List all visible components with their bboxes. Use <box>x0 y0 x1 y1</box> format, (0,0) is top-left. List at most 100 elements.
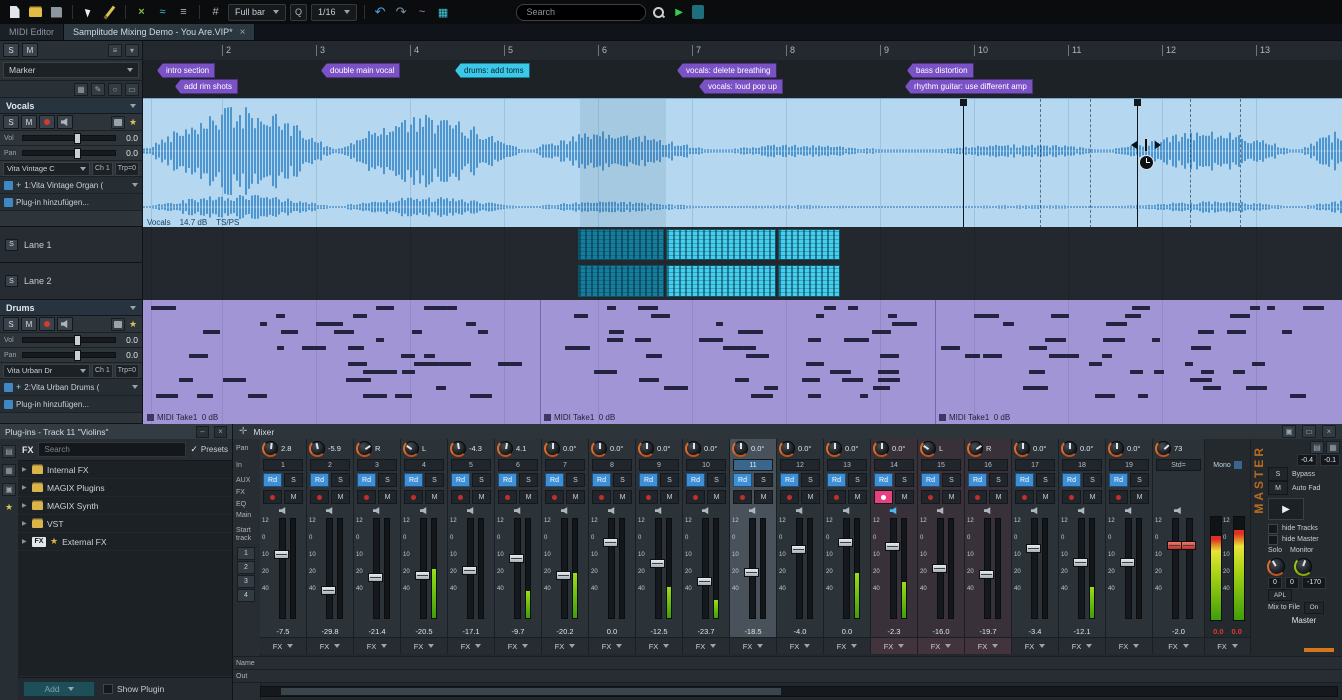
minimize-icon[interactable]: – <box>196 426 209 438</box>
midi-note[interactable] <box>260 322 267 326</box>
speaker-icon[interactable] <box>514 507 523 514</box>
midi-note[interactable] <box>607 306 616 310</box>
midi-note[interactable] <box>447 306 457 310</box>
midi-note[interactable] <box>395 394 412 398</box>
favorite-icon[interactable]: ★ <box>127 117 139 128</box>
midi-note[interactable] <box>348 362 367 366</box>
volume-slider[interactable] <box>22 337 116 343</box>
scrollbar-thumb[interactable] <box>281 688 781 695</box>
expand-caret-icon[interactable]: ▶ <box>22 484 28 491</box>
read-automation-button[interactable]: Rd <box>921 473 940 487</box>
audio-take-clip[interactable] <box>778 229 840 260</box>
panel-menu-icon[interactable]: ≡ <box>108 44 122 57</box>
midi-note[interactable] <box>1154 370 1164 374</box>
speaker-icon[interactable] <box>279 507 288 514</box>
speaker-icon[interactable] <box>749 507 758 514</box>
pan-knob[interactable] <box>827 441 842 456</box>
midi-note[interactable] <box>842 378 863 382</box>
add-plugin-button[interactable]: Add <box>23 681 95 697</box>
midi-note[interactable] <box>1233 370 1245 374</box>
speaker-icon[interactable] <box>467 507 476 514</box>
solo-button[interactable]: S <box>1083 473 1102 487</box>
midi-note[interactable] <box>1203 386 1221 390</box>
read-automation-button[interactable]: Rd <box>263 473 282 487</box>
pan-slider[interactable] <box>22 352 116 358</box>
mixer-channel-16[interactable]: R16RdSM120102040-19.7FX <box>965 439 1012 654</box>
mix-to-file-label[interactable]: Mix to File <box>1268 604 1300 611</box>
track-header-vocals[interactable]: Vocals S M ★ Vol 0.0 <box>0 98 142 227</box>
mixer-channel-13[interactable]: 0.0°13RdSM1201020400.0FX <box>824 439 871 654</box>
solo-button[interactable]: S <box>707 473 726 487</box>
search-input[interactable] <box>525 6 637 18</box>
range-icon[interactable]: ▭ <box>125 83 139 96</box>
read-automation-button[interactable]: Rd <box>686 473 705 487</box>
volume-fader[interactable] <box>1031 518 1038 619</box>
midi-note[interactable] <box>1198 330 1214 334</box>
midi-note[interactable] <box>816 314 824 318</box>
pan-knob[interactable] <box>310 441 325 456</box>
midi-note[interactable] <box>363 394 387 398</box>
mute-button[interactable]: M <box>989 490 1008 504</box>
pan-knob[interactable] <box>263 441 278 456</box>
record-button[interactable] <box>827 490 846 504</box>
volume-fader[interactable] <box>514 518 521 619</box>
pan-knob[interactable] <box>451 441 466 456</box>
track-bank-4[interactable]: 4 <box>237 589 255 602</box>
channel-number[interactable]: 8 <box>592 459 632 471</box>
solo-button[interactable]: S <box>331 473 350 487</box>
channel-number[interactable]: 14 <box>874 459 914 471</box>
read-automation-button[interactable]: Rd <box>639 473 658 487</box>
auto-label[interactable]: Auto Fad <box>1292 485 1320 492</box>
volume-fader[interactable] <box>608 518 615 619</box>
track-bank-3[interactable]: 3 <box>237 575 255 588</box>
pan-knob[interactable] <box>780 441 795 456</box>
transpose-chip[interactable]: Trp=0 <box>115 364 139 378</box>
mixer-channel-5[interactable]: -4.35RdSM120102040-17.1FX <box>448 439 495 654</box>
mixer-maximize-icon[interactable]: ▭ <box>1302 425 1316 438</box>
midi-note[interactable] <box>1267 306 1275 310</box>
channel-number[interactable]: 10 <box>686 459 726 471</box>
plugins-title-bar[interactable]: Plug-ins - Track 11 "Violins" – × <box>0 424 232 440</box>
midi-note[interactable] <box>424 354 435 358</box>
solo-label[interactable]: Solo <box>1268 547 1282 554</box>
midi-note[interactable] <box>376 338 384 342</box>
channel-number[interactable]: 13 <box>827 459 867 471</box>
read-automation-button[interactable]: Rd <box>1109 473 1128 487</box>
pencil-icon[interactable]: ✎ <box>91 83 105 96</box>
pan-slider[interactable] <box>22 150 116 156</box>
speaker-icon[interactable] <box>1078 507 1087 514</box>
master-fader-left[interactable] <box>1172 518 1179 619</box>
midi-note[interactable] <box>639 378 659 382</box>
midi-note[interactable] <box>498 362 522 366</box>
midi-note[interactable] <box>878 378 900 382</box>
midi-note[interactable] <box>738 330 761 334</box>
midi-note[interactable] <box>802 378 820 382</box>
midi-note[interactable] <box>1290 394 1306 398</box>
speaker-icon[interactable] <box>1031 507 1040 514</box>
fx-section-label[interactable]: FX <box>236 489 245 496</box>
mixer-channel-3[interactable]: R3RdSM120102040-21.4FX <box>354 439 401 654</box>
fx-insert-select[interactable]: FX <box>1012 637 1058 654</box>
record-button[interactable] <box>545 490 564 504</box>
mixer-channel-14[interactable]: 0.0°14RdSM120102040-2.3FX <box>871 439 918 654</box>
grid-snap-icon[interactable]: # <box>207 4 224 21</box>
panel-collapse-icon[interactable]: ▾ <box>125 44 139 57</box>
volume-fader[interactable] <box>1078 518 1085 619</box>
midi-note[interactable] <box>414 362 439 366</box>
midi-note[interactable] <box>574 314 588 318</box>
audio-take-clip[interactable] <box>778 265 840 297</box>
mute-button[interactable]: M <box>942 490 961 504</box>
midi-note[interactable] <box>651 314 670 318</box>
track-bank-1[interactable]: 1 <box>237 547 255 560</box>
speaker-icon[interactable] <box>843 507 852 514</box>
solo-button[interactable]: S <box>425 473 444 487</box>
volume-fader[interactable] <box>984 518 991 619</box>
lock-icon[interactable] <box>111 116 125 129</box>
midi-note[interactable] <box>873 330 891 334</box>
in-section-label[interactable]: In <box>236 462 242 469</box>
mute-button[interactable]: M <box>21 115 37 129</box>
midi-note[interactable] <box>1191 346 1211 350</box>
pan-knob[interactable] <box>921 441 936 456</box>
new-file-icon[interactable] <box>6 4 23 21</box>
record-button[interactable] <box>921 490 940 504</box>
